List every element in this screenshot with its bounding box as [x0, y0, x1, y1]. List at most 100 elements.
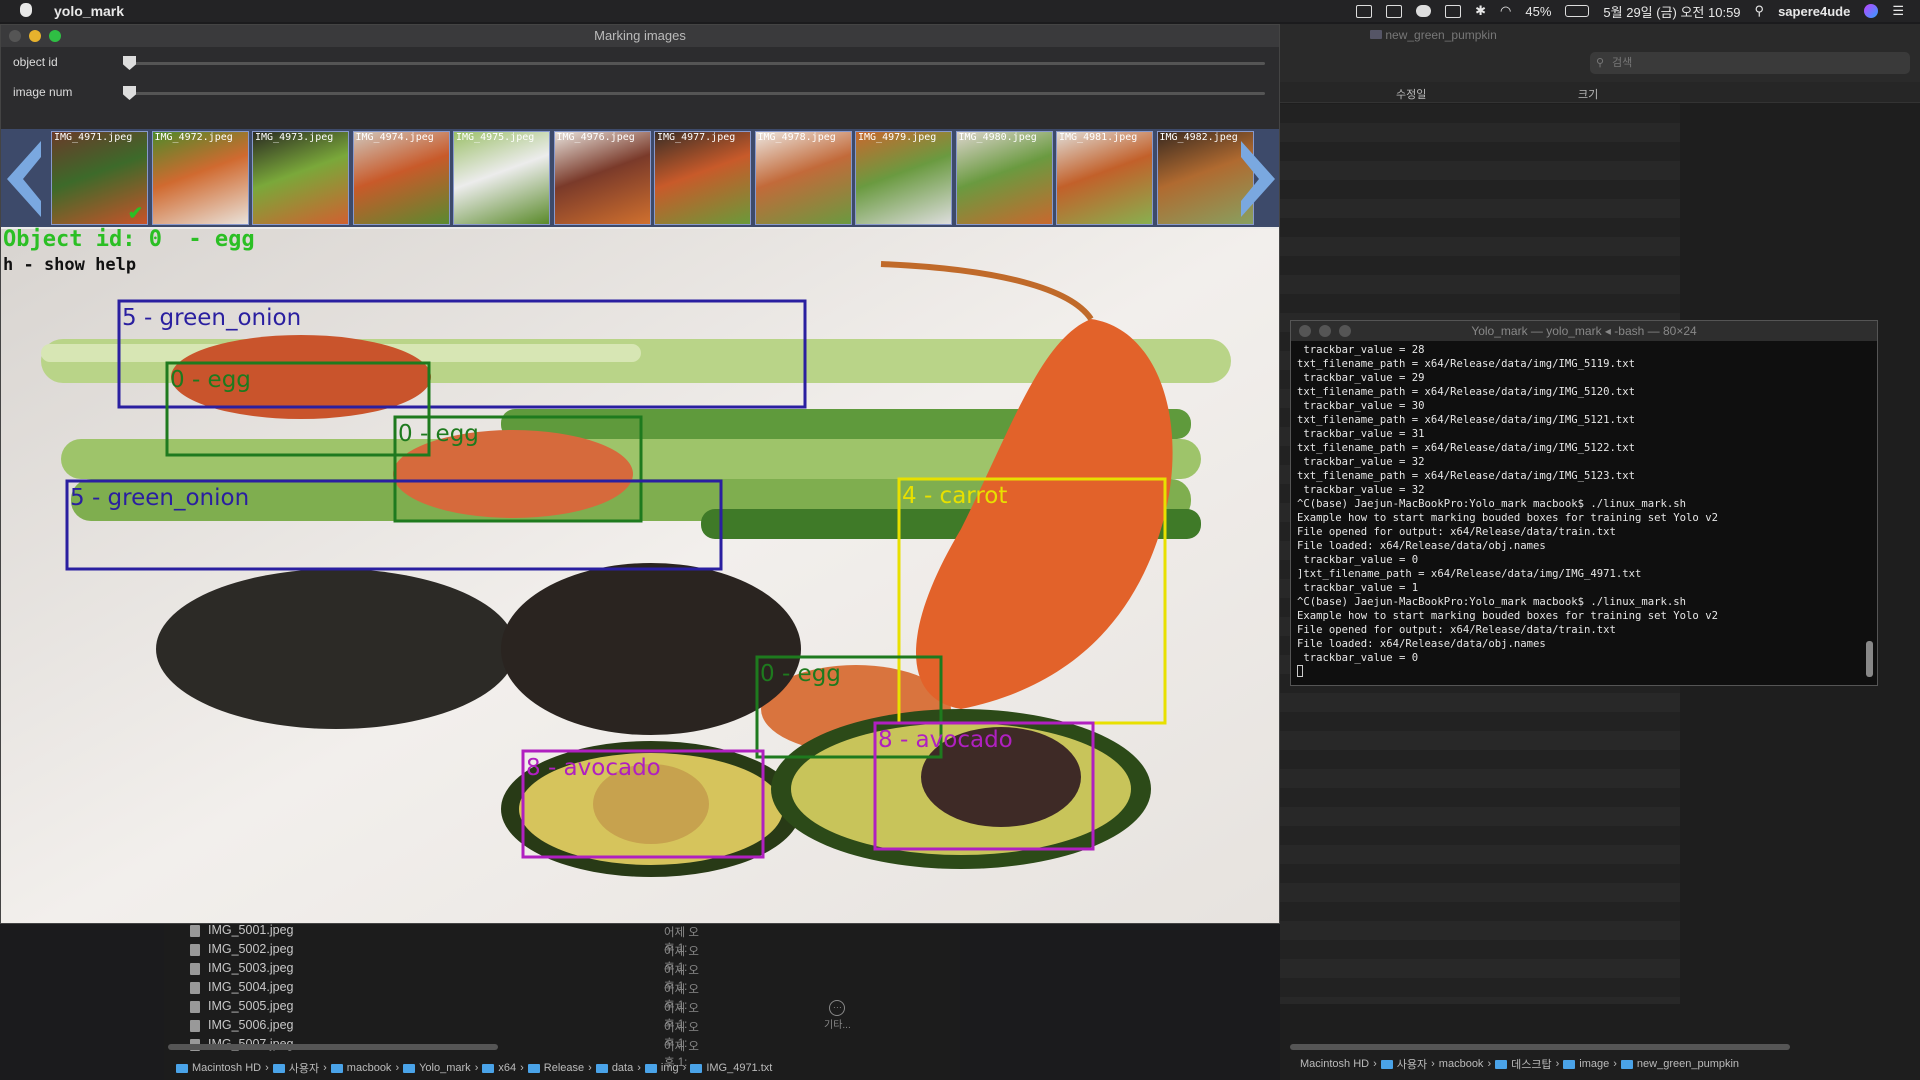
terminal-line: ]txt_filename_path = x64/Release/data/im…	[1297, 568, 1642, 580]
thumbnail[interactable]: IMG_4981.jpeg	[1056, 131, 1153, 225]
file-name: IMG_5002.jpeg	[208, 942, 294, 956]
terminal-line: File loaded: x64/Release/data/obj.names	[1297, 638, 1546, 650]
thumbnail-label: IMG_4975.jpeg	[456, 132, 535, 143]
path-separator: ›	[395, 1062, 400, 1074]
datetime[interactable]: 5월 29일 (금) 오전 10:59	[1603, 2, 1740, 21]
list-item[interactable]: IMG_5003.jpeg 어제 오후 1:	[184, 960, 704, 993]
arrow-left-icon[interactable]	[1, 129, 47, 227]
thumbnail[interactable]: IMG_4977.jpeg	[654, 131, 751, 225]
close-button[interactable]	[1299, 325, 1311, 337]
thumbnail[interactable]: IMG_4971.jpeg ✔	[51, 131, 148, 225]
thumbnail-label: IMG_4980.jpeg	[958, 132, 1037, 143]
object-id-trackbar[interactable]	[129, 62, 1265, 65]
thumbnail-label: IMG_4979.jpeg	[858, 132, 937, 143]
minimize-button[interactable]	[1319, 325, 1331, 337]
path-item[interactable]: Macintosh HD	[1300, 1058, 1369, 1070]
path-item[interactable]: IMG_4971.txt	[706, 1062, 772, 1074]
chat-icon[interactable]	[1416, 5, 1432, 17]
object-id-knob[interactable]	[123, 56, 136, 70]
image-file-icon	[190, 982, 200, 994]
path-item[interactable]: x64	[498, 1062, 516, 1074]
path-separator: ›	[520, 1062, 524, 1074]
terminal-line: File opened for output: x64/Release/data…	[1297, 526, 1616, 538]
produce-photo: 5 - green_onion 0 - egg 0 - egg 5 - green_o…	[1, 229, 1279, 923]
bounding-box-label: 8 - avocado	[878, 727, 1013, 753]
scrollbar[interactable]	[1290, 1044, 1790, 1050]
path-item[interactable]: 데스크탑	[1511, 1056, 1551, 1072]
scrollbar[interactable]	[168, 1044, 498, 1050]
path-item[interactable]: Yolo_mark	[419, 1062, 471, 1074]
thumbnail[interactable]: IMG_4974.jpeg	[352, 131, 450, 225]
marking-image[interactable]: 5 - green_onion 0 - egg 0 - egg 5 - green_o…	[1, 227, 1279, 923]
file-name: IMG_5004.jpeg	[208, 980, 294, 994]
file-list: IMG_5001.jpeg 어제 오후 1: IMG_5002.jpeg 어제 오후 …	[184, 922, 704, 1069]
path-item[interactable]: data	[612, 1062, 633, 1074]
path-item[interactable]: Release	[544, 1062, 584, 1074]
minimize-button[interactable]	[29, 30, 41, 42]
apple-icon[interactable]	[20, 3, 32, 17]
sidebar-icon[interactable]	[1356, 4, 1373, 18]
thumbnail[interactable]: IMG_4975.jpeg	[453, 131, 550, 225]
other-button[interactable]: ··· 기타...	[824, 1000, 851, 1031]
image-num-knob[interactable]	[123, 86, 136, 100]
column-size[interactable]: 크기	[1578, 86, 1598, 102]
terminal-line: File opened for output: x64/Release/data…	[1297, 624, 1616, 636]
folder-icon	[595, 1063, 608, 1073]
bounding-box-label: 8 - avocado	[526, 755, 661, 781]
thumbnail[interactable]: IMG_4980.jpeg	[955, 131, 1053, 225]
column-modified[interactable]: 수정일	[1396, 86, 1426, 102]
thumbnail[interactable]: IMG_4973.jpeg	[252, 131, 349, 225]
list-item[interactable]: IMG_5002.jpeg 어제 오후 1:	[184, 941, 704, 974]
airplay-icon[interactable]	[1386, 4, 1403, 18]
bounding-box-label: 4 - carrot	[902, 483, 1007, 509]
path-item[interactable]: Macintosh HD	[192, 1062, 261, 1074]
bluetooth-icon[interactable]: ✱	[1475, 3, 1486, 19]
terminal-line: trackbar_value = 0	[1297, 554, 1419, 566]
path-item[interactable]: 사용자	[289, 1060, 319, 1076]
thumbnail-label: IMG_4982.jpeg	[1159, 132, 1238, 143]
path-item[interactable]: image	[1579, 1058, 1609, 1070]
image-num-trackbar[interactable]	[129, 92, 1265, 95]
zoom-button[interactable]	[49, 30, 61, 42]
list-item[interactable]: IMG_5006.jpeg 어제 오후 1:	[184, 1017, 704, 1050]
file-name: IMG_5003.jpeg	[208, 961, 294, 975]
battery-icon[interactable]	[1565, 5, 1590, 17]
terminal-scrollbar[interactable]	[1866, 641, 1873, 677]
thumbnail[interactable]: IMG_4978.jpeg	[754, 131, 852, 225]
terminal-line: txt_filename_path = x64/Release/data/img…	[1297, 442, 1636, 454]
thumbnail-label: IMG_4977.jpeg	[657, 132, 736, 143]
list-item[interactable]: IMG_5001.jpeg 어제 오후 1:	[184, 922, 704, 955]
app-name[interactable]: yolo_mark	[54, 3, 124, 19]
thumbnail[interactable]: IMG_4979.jpeg	[855, 131, 952, 225]
path-item[interactable]: macbook	[347, 1062, 392, 1074]
list-item[interactable]: IMG_5005.jpeg 어제 오후 1:	[184, 998, 704, 1031]
input-icon[interactable]	[1445, 4, 1462, 18]
zoom-button[interactable]	[1339, 325, 1351, 337]
folder-icon	[690, 1063, 703, 1073]
path-separator: ›	[474, 1062, 479, 1074]
image-file-icon	[190, 1001, 200, 1013]
path-item[interactable]: img	[661, 1062, 679, 1074]
list-item[interactable]: IMG_5004.jpeg 어제 오후 1:	[184, 979, 704, 1012]
path-item[interactable]: new_green_pumpkin	[1637, 1058, 1739, 1070]
folder-icon	[1563, 1059, 1576, 1069]
battery-percent[interactable]: 45%	[1525, 4, 1551, 19]
terminal-line: File loaded: x64/Release/data/obj.names	[1297, 540, 1546, 552]
path-item[interactable]: macbook	[1439, 1058, 1484, 1070]
spotlight-icon[interactable]: ⚲	[1755, 3, 1765, 19]
close-button[interactable]	[9, 30, 21, 42]
folder-icon	[1620, 1059, 1633, 1069]
terminal-output[interactable]: trackbar_value = 28 txt_filename_path = x…	[1291, 341, 1877, 679]
terminal-line: trackbar_value = 0	[1297, 652, 1419, 664]
folder-icon	[1380, 1059, 1393, 1069]
siri-icon[interactable]	[1864, 4, 1879, 18]
control-center-icon[interactable]: ☰	[1892, 3, 1904, 19]
thumbnail[interactable]: IMG_4972.jpeg	[151, 131, 249, 225]
thumbnail[interactable]: IMG_4976.jpeg	[553, 131, 651, 225]
wifi-icon[interactable]: ◠	[1500, 3, 1511, 19]
user-name[interactable]: sapere4ude	[1778, 4, 1850, 19]
search-input[interactable]: ⚲ 검색	[1590, 52, 1910, 74]
thumbnail-label: IMG_4978.jpeg	[757, 132, 836, 143]
arrow-right-icon[interactable]	[1235, 129, 1280, 227]
path-item[interactable]: 사용자	[1397, 1056, 1427, 1072]
